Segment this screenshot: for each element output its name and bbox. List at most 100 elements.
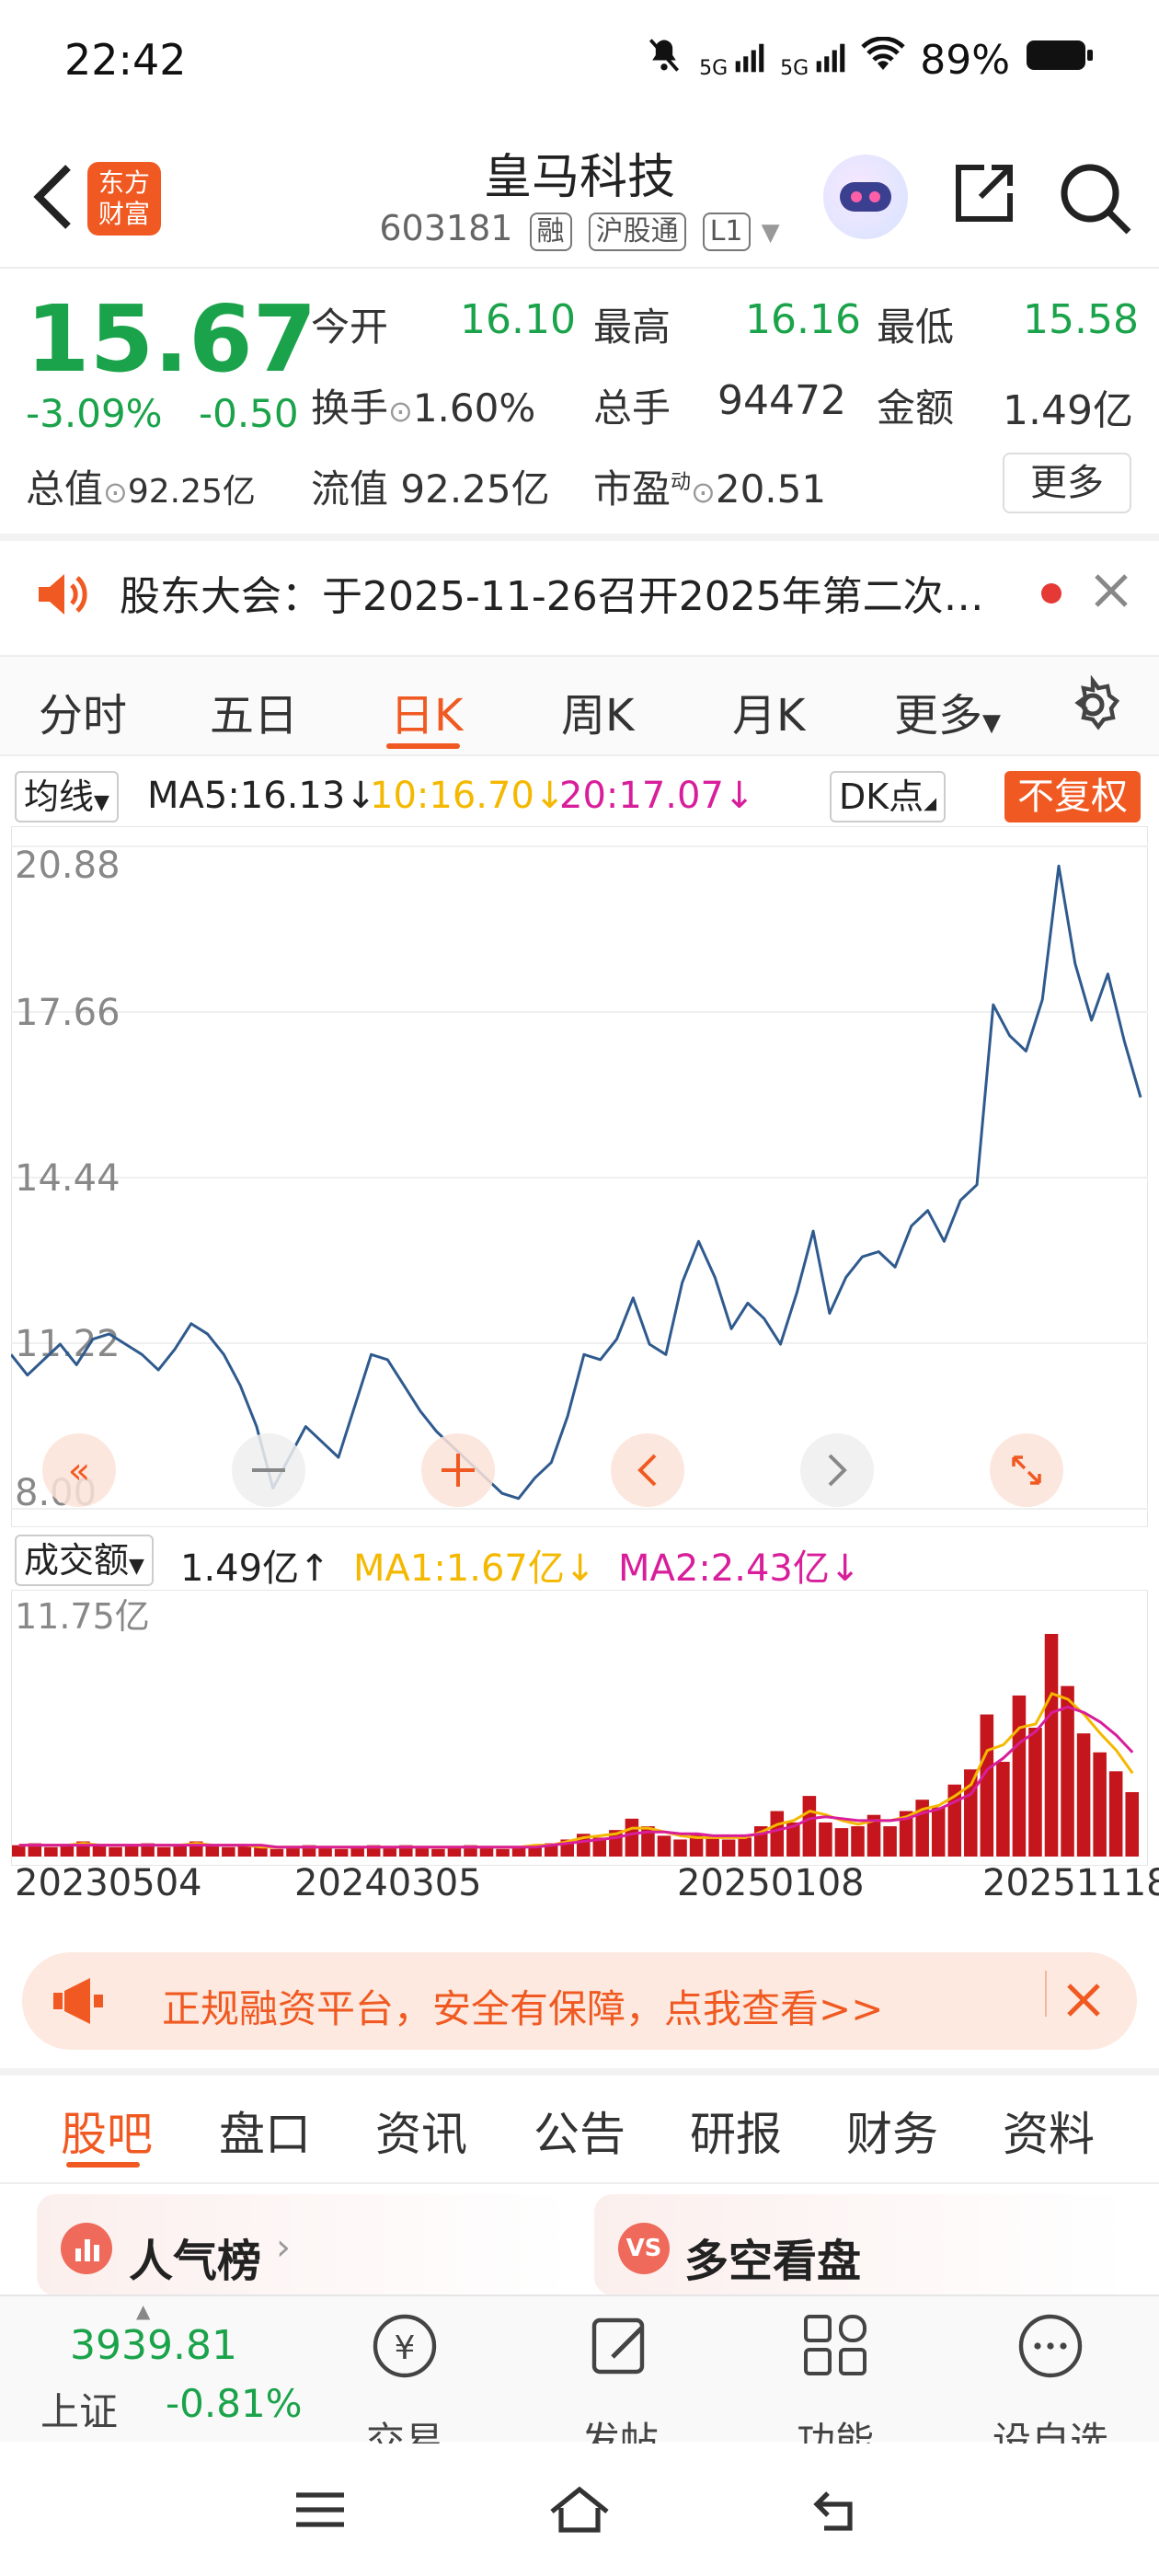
adjust-button[interactable]: 不复权 bbox=[1004, 771, 1141, 822]
volume-select[interactable]: 成交额▼ bbox=[15, 1535, 154, 1586]
dropdown-icon: ▼ bbox=[761, 219, 780, 247]
volume-bar bbox=[1093, 1752, 1107, 1857]
tab-news[interactable]: 资讯 bbox=[375, 2098, 467, 2164]
turnover-label[interactable]: 换手⊙1.60% bbox=[311, 377, 535, 433]
ma20-text: 20:17.07 bbox=[559, 775, 724, 817]
close-notice-icon[interactable] bbox=[1087, 567, 1135, 618]
notice-text[interactable]: 股东大会：于2025-11-26召开2025年第二次… bbox=[120, 563, 993, 622]
settings-gear-icon[interactable] bbox=[1063, 674, 1122, 738]
system-nav-bar bbox=[0, 2444, 1159, 2576]
volume-bar bbox=[511, 1846, 526, 1857]
more-quote-button[interactable]: 更多 bbox=[1003, 453, 1131, 513]
popularity-title: 人气榜 bbox=[129, 2236, 262, 2287]
volume-bar bbox=[124, 1845, 139, 1857]
price-chart[interactable]: 20.8817.6614.4411.228.00 « bbox=[11, 826, 1148, 1527]
tab-monthly-k[interactable]: 月K bbox=[732, 679, 805, 743]
corner-icon: ◢ bbox=[924, 794, 937, 813]
tab-more-label: 更多 bbox=[894, 690, 983, 742]
volume-bar bbox=[479, 1846, 494, 1857]
connect-tag: 沪股通 bbox=[588, 213, 686, 251]
long-short-title: 多空看盘 bbox=[684, 2236, 862, 2287]
ai-assistant-icon[interactable] bbox=[823, 155, 908, 239]
tab-announcements[interactable]: 公告 bbox=[534, 2098, 625, 2164]
indicator-select-label: 均线 bbox=[24, 776, 95, 817]
volume-bar bbox=[383, 1846, 397, 1857]
volume-bar bbox=[706, 1837, 719, 1857]
volume-ma1-text: MA1:1.67亿 bbox=[353, 1547, 565, 1590]
dk-point-select[interactable]: DK点◢ bbox=[830, 771, 947, 822]
volume-bar bbox=[254, 1846, 268, 1857]
indicator-select[interactable]: 均线▼ bbox=[15, 771, 119, 822]
tab-research[interactable]: 研报 bbox=[690, 2098, 782, 2164]
tab-daily-k[interactable]: 日K bbox=[390, 679, 463, 743]
tab-pankou[interactable]: 盘口 bbox=[219, 2098, 311, 2164]
zoom-in-button[interactable] bbox=[421, 1433, 495, 1507]
amount-value: 1.49亿 bbox=[1003, 387, 1133, 434]
scroll-left-button[interactable]: « bbox=[42, 1433, 116, 1507]
pe-ratio[interactable]: 市盈动⊙20.51 bbox=[593, 458, 826, 514]
step-right-button[interactable] bbox=[800, 1433, 874, 1507]
dropdown-icon: ▼ bbox=[94, 791, 109, 814]
stock-code: 603181 bbox=[379, 208, 513, 248]
zoom-out-button[interactable] bbox=[232, 1433, 305, 1507]
volume-bar bbox=[883, 1826, 897, 1857]
total-cap[interactable]: 总值⊙92.25亿 bbox=[26, 458, 256, 514]
back-nav-icon[interactable] bbox=[809, 2486, 865, 2539]
date-axis: 20230504 20240305 20250108 20251118 bbox=[0, 1858, 1159, 1923]
turnover-label-text: 换手 bbox=[311, 385, 389, 431]
promo-text[interactable]: 正规融资平台，安全有保障，点我查看>> bbox=[162, 1978, 883, 2034]
volume-bar bbox=[156, 1846, 171, 1857]
tab-finance[interactable]: 财务 bbox=[846, 2098, 938, 2164]
volume-bar bbox=[931, 1807, 946, 1857]
caret-up-icon: ▲ bbox=[136, 2300, 151, 2322]
active-tab-indicator bbox=[66, 2162, 140, 2168]
volume-bar bbox=[44, 1846, 58, 1857]
step-left-button[interactable] bbox=[611, 1433, 684, 1507]
amount-label: 金额 bbox=[877, 385, 955, 431]
volume-bar bbox=[447, 1846, 462, 1857]
tab-guba[interactable]: 股吧 bbox=[61, 2098, 153, 2164]
tab-more[interactable]: 更多▼ bbox=[894, 679, 1001, 743]
functions-icon[interactable] bbox=[762, 2309, 909, 2383]
chart-bar-icon bbox=[61, 2223, 112, 2274]
signal-icon: 5G bbox=[699, 41, 765, 80]
close-promo-icon[interactable] bbox=[1060, 1976, 1107, 2028]
ma20-value: 20:17.07↓ bbox=[559, 775, 755, 817]
volume-value: 1.49亿↑ bbox=[180, 1547, 330, 1590]
date-tick: 20251118 bbox=[982, 1862, 1159, 1904]
share-icon[interactable] bbox=[947, 156, 1021, 230]
info-icon: ⊙ bbox=[388, 394, 413, 429]
volume-bar bbox=[173, 1845, 187, 1857]
trade-icon[interactable]: ¥ bbox=[331, 2309, 478, 2383]
menu-icon[interactable] bbox=[293, 2488, 348, 2537]
open-value: 16.10 bbox=[460, 296, 576, 343]
tab-five-day[interactable]: 五日 bbox=[210, 679, 298, 743]
volume-bar bbox=[1012, 1695, 1027, 1857]
tab-profile[interactable]: 资料 bbox=[1003, 2098, 1095, 2164]
volume-bar bbox=[1044, 1634, 1059, 1857]
home-icon[interactable] bbox=[546, 2482, 613, 2541]
battery-percent: 89% bbox=[920, 37, 1010, 84]
fullscreen-button[interactable] bbox=[990, 1433, 1063, 1507]
svg-text:¥: ¥ bbox=[395, 2329, 416, 2367]
post-icon[interactable] bbox=[546, 2309, 694, 2383]
volume-bar bbox=[92, 1845, 107, 1857]
date-tick: 20240305 bbox=[294, 1862, 482, 1904]
index-value[interactable]: 3939.81 bbox=[70, 2322, 237, 2369]
low-label: 最低 bbox=[877, 305, 955, 350]
volume-chart[interactable]: 11.75亿 bbox=[11, 1590, 1148, 1866]
watchlist-icon[interactable] bbox=[977, 2309, 1124, 2383]
float-cap-value: 92.25亿 bbox=[400, 466, 550, 512]
tab-weekly-k[interactable]: 周K bbox=[561, 679, 634, 743]
status-icons: 5G 5G 89% bbox=[644, 35, 1095, 86]
popularity-card[interactable] bbox=[37, 2194, 570, 2295]
signal-icon-2: 5G bbox=[780, 41, 846, 80]
info-icon: ⊙ bbox=[103, 475, 128, 510]
volume-indicator-row: 成交额▼ 1.49亿↑ MA1:1.67亿↓ MA2:2.43亿↓ bbox=[0, 1535, 1159, 1590]
search-icon[interactable] bbox=[1053, 156, 1136, 239]
dropdown-icon: ▼ bbox=[982, 709, 1002, 737]
tab-intraday[interactable]: 分时 bbox=[39, 679, 127, 743]
volume-bar bbox=[222, 1846, 235, 1857]
volume-bar bbox=[1076, 1733, 1091, 1857]
volume-bar bbox=[12, 1845, 26, 1857]
